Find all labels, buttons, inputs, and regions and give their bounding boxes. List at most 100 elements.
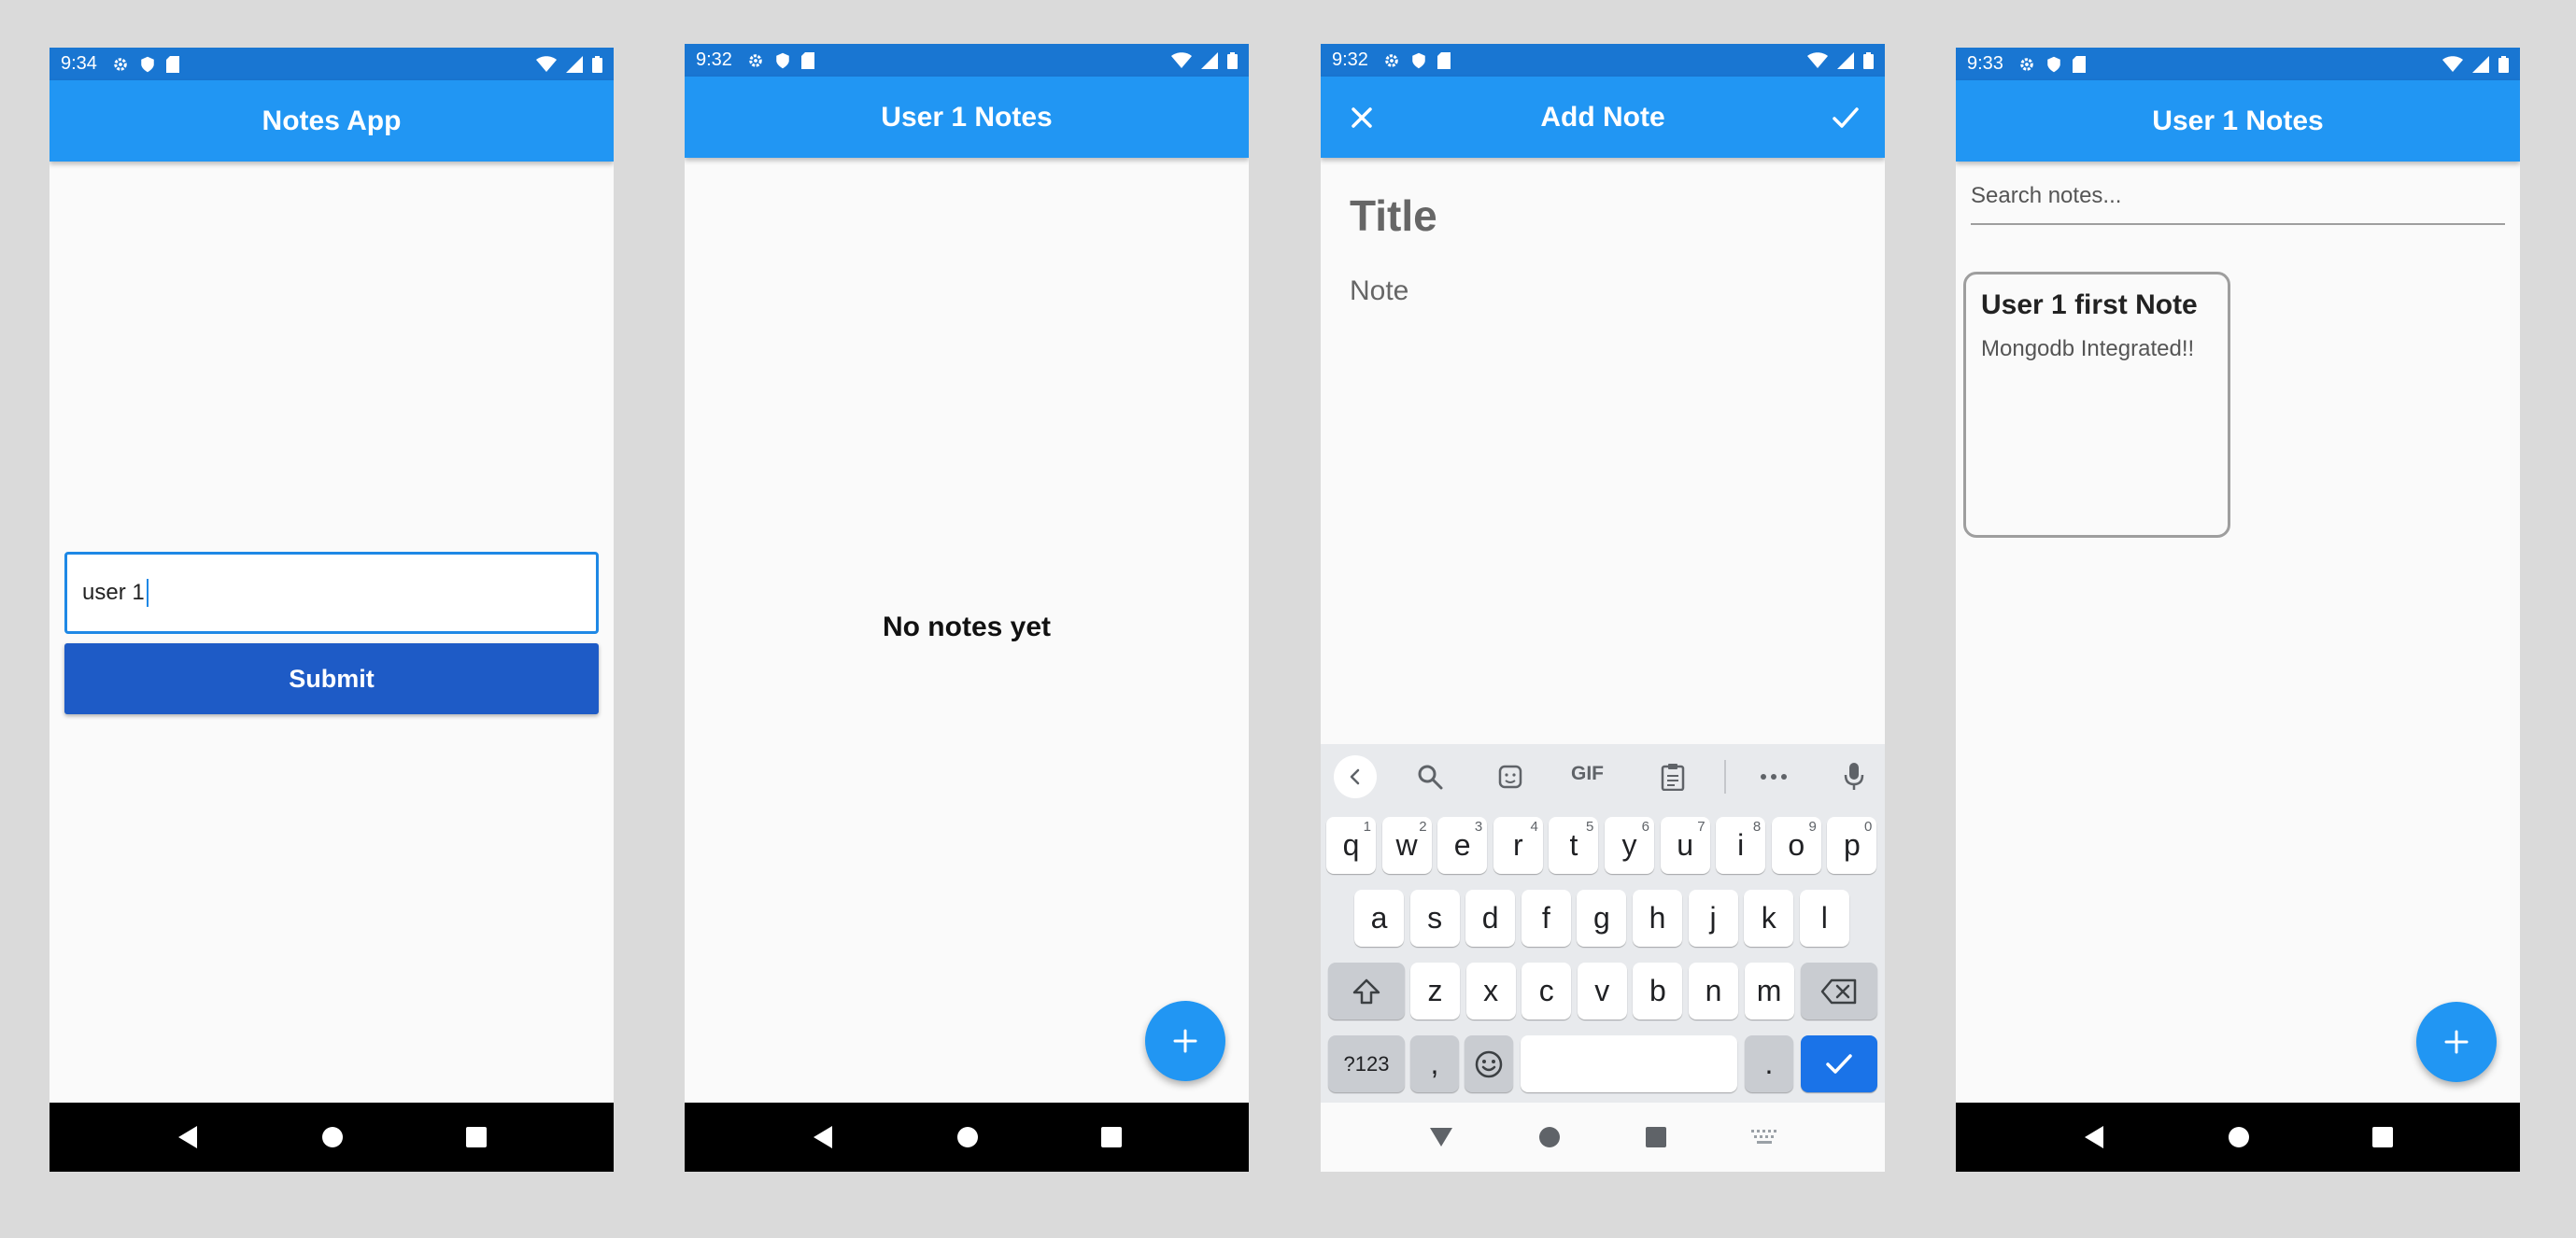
note-title-input[interactable]: Title xyxy=(1350,190,1437,241)
key-a[interactable]: a xyxy=(1354,890,1404,947)
home-nav-icon[interactable] xyxy=(321,1126,344,1148)
keyboard-collapse-button[interactable] xyxy=(1334,755,1377,798)
key-e[interactable]: e3 xyxy=(1437,817,1488,874)
key-q[interactable]: q1 xyxy=(1326,817,1376,874)
key-g[interactable]: g xyxy=(1577,890,1627,947)
backspace-icon xyxy=(1820,978,1857,1004)
back-nav-icon[interactable] xyxy=(2083,1125,2105,1149)
status-time: 9:33 xyxy=(1967,53,2003,74)
shield-icon xyxy=(141,56,154,72)
key-hint-8: 8 xyxy=(1752,819,1762,835)
key-u[interactable]: u7 xyxy=(1660,817,1710,874)
key-t[interactable]: t5 xyxy=(1549,817,1599,874)
username-input[interactable]: user 1 xyxy=(64,552,599,634)
enter-key[interactable] xyxy=(1801,1035,1877,1092)
shield-icon xyxy=(776,52,789,68)
recents-nav-icon[interactable] xyxy=(2372,1127,2394,1147)
wifi-icon xyxy=(2442,55,2463,72)
key-p[interactable]: p0 xyxy=(1827,817,1877,874)
submit-button[interactable]: Submit xyxy=(64,643,599,714)
key-w[interactable]: w2 xyxy=(1381,817,1432,874)
key-z[interactable]: z xyxy=(1410,963,1460,1020)
wifi-icon xyxy=(1171,51,1192,68)
key-l[interactable]: l xyxy=(1799,890,1849,947)
key-hint-0: 0 xyxy=(1864,819,1873,835)
search-icon xyxy=(1418,765,1443,790)
key-n[interactable]: n xyxy=(1689,963,1738,1020)
keyboard-sticker-button[interactable] xyxy=(1494,761,1526,793)
shield-icon xyxy=(1412,52,1425,68)
note-card[interactable]: User 1 first Note Mongodb Integrated!! xyxy=(1963,272,2230,538)
search-placeholder: Search notes... xyxy=(1971,183,2122,208)
comma-key[interactable]: , xyxy=(1410,1035,1459,1092)
settings-icon xyxy=(114,57,127,71)
empty-state-message: No notes yet xyxy=(882,612,1052,642)
note-body-input[interactable]: Note xyxy=(1350,275,1408,307)
home-nav-icon[interactable] xyxy=(956,1126,979,1148)
key-d[interactable]: d xyxy=(1465,890,1516,947)
key-v[interactable]: v xyxy=(1577,963,1627,1020)
key-o[interactable]: o9 xyxy=(1771,817,1821,874)
checkmark-icon xyxy=(1826,1053,1852,1074)
back-nav-icon[interactable] xyxy=(812,1125,834,1149)
app-bar: User 1 Notes xyxy=(685,77,1249,158)
keyboard-more-button[interactable] xyxy=(1758,761,1790,793)
add-note-fab[interactable] xyxy=(2416,1002,2497,1082)
status-time: 9:32 xyxy=(696,49,732,70)
key-x[interactable]: x xyxy=(1465,963,1516,1020)
key-k[interactable]: k xyxy=(1744,890,1794,947)
emoji-key[interactable] xyxy=(1465,1035,1513,1092)
close-icon[interactable] xyxy=(1345,101,1379,134)
app-bar-title: Add Note xyxy=(1540,101,1665,133)
home-nav-icon[interactable] xyxy=(2228,1126,2250,1148)
note-card-title: User 1 first Note xyxy=(1981,289,2198,320)
toolbar-divider xyxy=(1724,760,1726,794)
key-f[interactable]: f xyxy=(1521,890,1571,947)
period-key[interactable]: . xyxy=(1745,1035,1793,1092)
status-time: 9:34 xyxy=(61,53,97,74)
keyboard-search-button[interactable] xyxy=(1414,761,1446,793)
screen-notes-list: 9:33 User 1 Notes Search notes... User 1… xyxy=(1956,48,2520,1172)
key-y[interactable]: y6 xyxy=(1605,817,1654,874)
space-key[interactable] xyxy=(1521,1035,1737,1092)
plus-icon xyxy=(2444,1030,2469,1054)
backspace-key[interactable] xyxy=(1801,963,1877,1020)
app-bar: Notes App xyxy=(50,80,614,162)
symbols-key[interactable]: ?123 xyxy=(1328,1035,1405,1092)
key-r[interactable]: r4 xyxy=(1493,817,1543,874)
keyboard-voice-button[interactable] xyxy=(1838,761,1870,793)
checkmark-icon[interactable] xyxy=(1829,101,1862,134)
system-nav-bar xyxy=(1956,1103,2520,1172)
search-notes-input[interactable]: Search notes... xyxy=(1971,169,2505,225)
plus-icon xyxy=(1173,1029,1197,1053)
status-bar: 9:33 xyxy=(1956,48,2520,80)
keyboard-gif-button[interactable]: GIF xyxy=(1571,763,1604,785)
hide-keyboard-nav-icon[interactable] xyxy=(1429,1127,1453,1147)
recents-nav-icon[interactable] xyxy=(466,1127,488,1147)
back-nav-icon[interactable] xyxy=(177,1125,199,1149)
keyboard-clipboard-button[interactable] xyxy=(1657,761,1689,793)
settings-icon xyxy=(2020,57,2033,71)
clipboard-icon xyxy=(1661,764,1685,791)
key-j[interactable]: j xyxy=(1688,890,1738,947)
note-card-body: Mongodb Integrated!! xyxy=(1981,336,2195,361)
microphone-icon xyxy=(1844,763,1864,790)
shift-key[interactable] xyxy=(1328,963,1405,1020)
key-i[interactable]: i8 xyxy=(1716,817,1766,874)
recents-nav-icon[interactable] xyxy=(1101,1127,1123,1147)
key-s[interactable]: s xyxy=(1409,890,1460,947)
key-b[interactable]: b xyxy=(1633,963,1683,1020)
keyboard-switch-icon[interactable] xyxy=(1750,1130,1777,1145)
key-hint-5: 5 xyxy=(1586,819,1594,835)
recents-nav-icon[interactable] xyxy=(1645,1127,1666,1147)
settings-icon xyxy=(1385,53,1398,67)
status-bar: 9:34 xyxy=(50,48,614,80)
key-h[interactable]: h xyxy=(1633,890,1682,947)
add-note-fab[interactable] xyxy=(1145,1001,1225,1081)
home-nav-icon[interactable] xyxy=(1538,1126,1561,1148)
screen-login: 9:34 Notes App user 1 Submit xyxy=(50,48,614,1172)
system-nav-bar xyxy=(50,1103,614,1172)
key-c[interactable]: c xyxy=(1522,963,1572,1020)
key-m[interactable]: m xyxy=(1744,963,1794,1020)
text-cursor xyxy=(146,579,149,607)
